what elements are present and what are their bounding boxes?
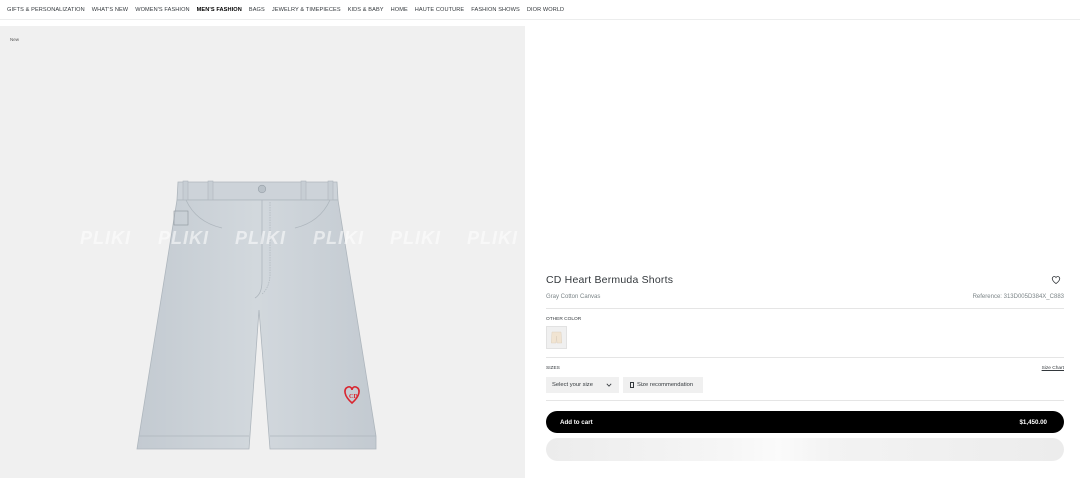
size-select-placeholder: Select your size — [552, 382, 593, 388]
chevron-down-icon — [606, 383, 612, 387]
divider — [546, 400, 1064, 401]
product-price: $1,450.00 — [1019, 418, 1047, 426]
watermark-text: PLIKI — [80, 228, 132, 248]
nav-item-jewelry[interactable]: JEWELRY & TIMEPIECES — [272, 7, 341, 13]
ruler-icon — [630, 382, 634, 388]
watermark-text: PLIKI — [390, 228, 442, 248]
product-material: Gray Cotton Canvas — [546, 294, 601, 300]
size-recommendation-label: Size recommendation — [637, 382, 694, 388]
add-to-cart-button[interactable]: Add to cart $1,450.00 — [546, 411, 1064, 433]
sizes-label: SIZES — [546, 366, 560, 371]
nav-item-bags[interactable]: BAGS — [249, 7, 265, 13]
nav-item-haute-couture[interactable]: HAUTE COUTURE — [415, 7, 464, 13]
express-pay-button[interactable] — [546, 438, 1064, 461]
other-color-swatch[interactable] — [546, 326, 567, 349]
nav-item-mens-fashion[interactable]: MEN'S FASHION — [197, 7, 242, 13]
wishlist-heart-icon[interactable] — [1051, 275, 1061, 285]
size-chart-link[interactable]: Size Chart — [1042, 366, 1064, 371]
product-reference: Reference: 313D005D384X_C883 — [972, 294, 1064, 300]
top-navigation: GIFTS & PERSONALIZATION WHAT'S NEW WOMEN… — [0, 0, 1080, 20]
nav-item-whats-new[interactable]: WHAT'S NEW — [92, 7, 128, 13]
divider — [546, 308, 1064, 309]
product-image-shorts: CD — [136, 180, 377, 450]
product-gallery[interactable]: New CD PLIKI PLIKI PLIKI PLIKI PLIKI PLI… — [0, 26, 525, 478]
nav-item-womens-fashion[interactable]: WOMEN'S FASHION — [135, 7, 189, 13]
nav-item-fashion-shows[interactable]: FASHION SHOWS — [471, 7, 520, 13]
add-to-cart-label: Add to cart — [560, 418, 593, 426]
svg-text:CD: CD — [349, 394, 358, 400]
size-select[interactable]: Select your size — [546, 377, 619, 393]
other-color-label: OTHER COLOR — [546, 317, 582, 322]
watermark-row: PLIKI PLIKI PLIKI PLIKI PLIKI PLIKI — [0, 228, 525, 252]
nav-item-home[interactable]: HOME — [391, 7, 408, 13]
nav-item-gifts[interactable]: GIFTS & PERSONALIZATION — [7, 7, 85, 13]
divider — [546, 357, 1064, 358]
nav-item-kids-baby[interactable]: KIDS & BABY — [348, 7, 384, 13]
watermark-text: PLIKI — [158, 228, 210, 248]
watermark-text: PLIKI — [313, 228, 365, 248]
watermark-text: PLIKI — [235, 228, 287, 248]
size-recommendation-button[interactable]: Size recommendation — [623, 377, 703, 393]
nav-item-dior-world[interactable]: DIOR WORLD — [527, 7, 564, 13]
shorts-thumbnail-icon — [551, 331, 562, 344]
product-title: CD Heart Bermuda Shorts — [546, 274, 674, 286]
watermark-text: PLIKI — [467, 228, 519, 248]
